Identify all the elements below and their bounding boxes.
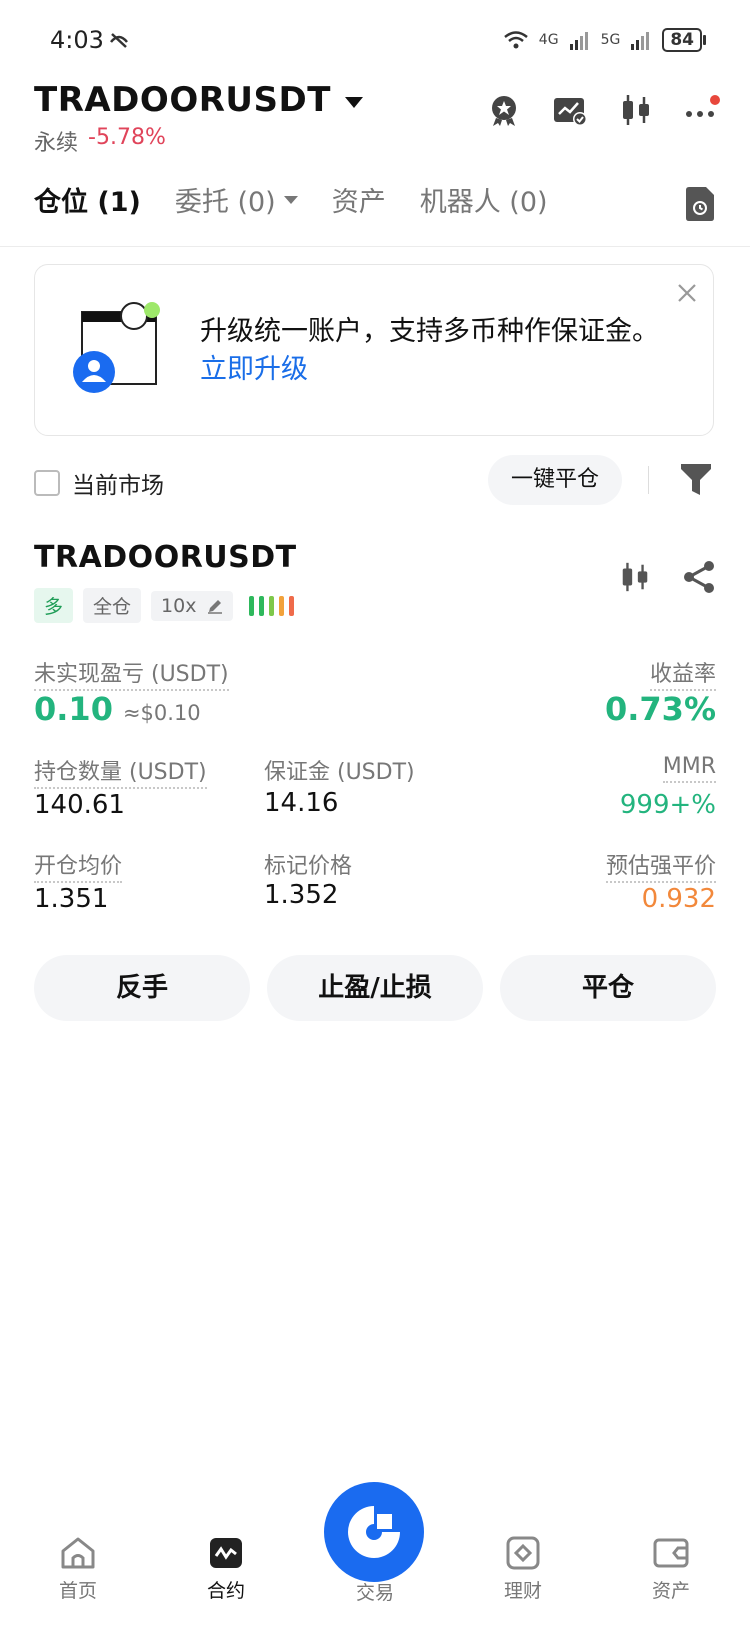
side-tag: 多 (34, 588, 74, 623)
tab-bots[interactable]: 机器人 (0) (420, 180, 548, 219)
filter-icon[interactable] (680, 462, 712, 500)
nav-home[interactable]: 首页 (28, 1520, 128, 1603)
entry-value: 1.351 (34, 884, 109, 914)
position-tags: 多 全仓 10x (34, 588, 294, 623)
margin-value: 14.16 (264, 788, 339, 818)
status-time: 4:03 (50, 26, 104, 54)
current-market-filter[interactable]: 当前市场 (34, 466, 164, 500)
nav-futures-label: 合约 (206, 1580, 245, 1602)
current-market-checkbox[interactable] (34, 470, 60, 496)
home-icon (61, 1537, 95, 1569)
header-actions (486, 92, 720, 128)
leverage-tag[interactable]: 10x (151, 590, 233, 621)
trade-logo-icon (348, 1506, 400, 1558)
tab-orders-label: 委托 (0) (174, 187, 276, 218)
mmr-value: 999+% (619, 790, 716, 820)
tab-orders[interactable]: 委托 (0) (175, 180, 298, 219)
chart-check-icon[interactable] (552, 92, 588, 128)
current-market-label: 当前市场 (72, 473, 164, 499)
unrealized-pnl-label: 未实现盈亏 (USDT) (34, 662, 229, 691)
signal-icon-2 (631, 32, 650, 50)
symbol-selector[interactable]: TRADOORUSDT (34, 80, 363, 120)
mmr-label: MMR (662, 754, 716, 783)
symbol-title: TRADOORUSDT (34, 80, 331, 120)
wifi-icon (504, 31, 528, 49)
nav-futures[interactable]: 合约 (176, 1520, 276, 1603)
roe-section: 收益率 (649, 656, 716, 691)
reverse-button[interactable]: 反手 (34, 955, 250, 1021)
mark-label: 标记价格 (264, 854, 353, 879)
unified-account-illustration (70, 298, 170, 402)
tab-positions[interactable]: 仓位 (1) (34, 180, 141, 219)
roe-label: 收益率 (649, 662, 716, 691)
edit-icon (207, 599, 222, 614)
position-actions (618, 560, 716, 594)
filter-divider (648, 466, 649, 494)
nav-assets[interactable]: 资产 (621, 1520, 721, 1603)
position-symbol[interactable]: TRADOORUSDT (34, 540, 297, 575)
size-value: 140.61 (34, 790, 125, 820)
tabs-divider (0, 246, 750, 247)
candlestick-icon[interactable] (618, 92, 654, 128)
upgrade-link[interactable]: 立即升级 (200, 354, 308, 385)
network-type-1: 4G (538, 32, 559, 48)
signal-icon (569, 32, 588, 50)
mmr-section: MMR (662, 754, 716, 783)
banner-text: 升级统一账户，支持多币种作保证金。 (200, 316, 659, 347)
chevron-down-icon (344, 96, 363, 108)
wallet-icon (653, 1538, 689, 1568)
liq-value: 0.932 (641, 884, 716, 914)
status-indicators: 4G 5G 84 (503, 28, 706, 52)
share-icon[interactable] (682, 560, 716, 594)
trade-button[interactable] (324, 1482, 424, 1582)
nav-earn[interactable]: 理财 (473, 1520, 573, 1603)
symbol-subtitle: 永续 -5.78% (34, 125, 166, 157)
futures-icon (210, 1538, 242, 1568)
position-tabs: 仓位 (1) 委托 (0) 资产 机器人 (0) (34, 180, 548, 219)
award-icon[interactable] (486, 92, 522, 128)
margin-mode-tag: 全仓 (83, 588, 142, 623)
margin-section: 保证金 (USDT) (264, 754, 415, 786)
leverage-value: 10x (161, 594, 197, 617)
nav-home-label: 首页 (58, 1580, 97, 1602)
candlestick-icon[interactable] (618, 560, 652, 594)
more-icon[interactable] (684, 92, 720, 128)
unrealized-pnl-usd: ≈$0.10 (122, 701, 201, 725)
nav-earn-label: 理财 (503, 1580, 542, 1602)
mute-icon (108, 30, 130, 54)
history-icon[interactable] (684, 186, 716, 226)
chevron-down-icon (283, 195, 298, 204)
entry-section: 开仓均价 (34, 848, 123, 883)
contract-type: 永续 (34, 131, 79, 156)
close-icon[interactable] (677, 283, 697, 307)
liq-section: 预估强平价 (605, 848, 716, 883)
entry-label: 开仓均价 (34, 854, 123, 883)
mark-value: 1.352 (264, 880, 339, 910)
nav-assets-label: 资产 (651, 1580, 690, 1602)
margin-label: 保证金 (USDT) (264, 760, 415, 785)
risk-level-bars (248, 595, 294, 616)
roe-value: 0.73% (604, 690, 716, 728)
close-position-button[interactable]: 平仓 (500, 955, 716, 1021)
earn-icon (506, 1536, 540, 1570)
price-change: -5.78% (88, 125, 166, 150)
battery-icon: 84 (662, 28, 706, 52)
nav-trade-label: 交易 (355, 1582, 394, 1604)
liq-label: 预估强平价 (605, 854, 716, 883)
close-all-button[interactable]: 一键平仓 (488, 455, 622, 505)
tpsl-button[interactable]: 止盈/止损 (267, 955, 483, 1021)
tab-assets[interactable]: 资产 (332, 180, 386, 219)
size-label: 持仓数量 (USDT) (34, 760, 207, 789)
banner-message: 升级统一账户，支持多币种作保证金。立即升级 (200, 313, 670, 389)
size-section: 持仓数量 (USDT) (34, 754, 207, 789)
network-type-2: 5G (600, 32, 621, 48)
mark-section: 标记价格 (264, 848, 352, 880)
unrealized-pnl-value: 0.10 (34, 690, 113, 728)
unrealized-pnl-values: 0.10 ≈$0.10 (34, 690, 201, 728)
unrealized-pnl-section: 未实现盈亏 (USDT) (34, 656, 229, 691)
